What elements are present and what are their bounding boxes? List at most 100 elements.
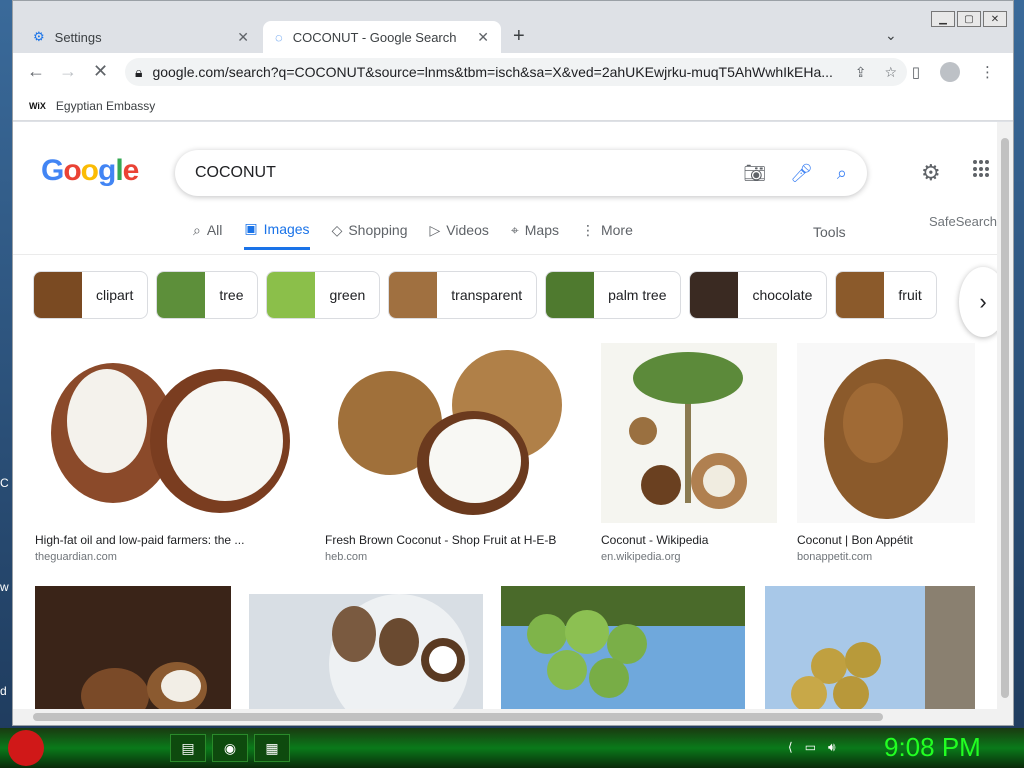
result-title[interactable]: Coconut - Wikipedia <box>601 533 777 547</box>
safesearch-link[interactable]: SafeSearch <box>929 214 997 229</box>
menu-icon[interactable]: ⋮ <box>980 63 995 81</box>
coconut-halves-image <box>35 343 291 523</box>
image-result[interactable]: High-fat oil and low-paid farmers: the .… <box>35 343 291 563</box>
image-result[interactable]: Coconut | Bon Appétit bonappetit.com <box>797 343 975 563</box>
clock[interactable]: 9:08 PM <box>884 732 981 763</box>
battery-icon[interactable]: ▭ <box>805 740 816 755</box>
image-result[interactable] <box>35 586 231 709</box>
chrome-icon[interactable]: ◉ <box>212 734 248 762</box>
desktop-edge-text: C <box>0 476 9 490</box>
file-explorer-icon[interactable]: ▤ <box>170 734 206 762</box>
google-logo[interactable]: Google <box>41 154 139 188</box>
tab-settings[interactable]: ⚙ Settings ✕ <box>21 21 261 53</box>
divider <box>13 254 997 255</box>
coconuts-dark-image <box>35 586 231 709</box>
result-source: bonappetit.com <box>797 551 873 563</box>
maximize-button[interactable]: ▢ <box>957 11 981 27</box>
pin-icon: ⌖ <box>510 221 519 238</box>
apps-grid-icon[interactable] <box>973 160 991 178</box>
camera-icon[interactable]: 📷︎ <box>743 163 766 184</box>
chip-fruit[interactable]: fruit <box>835 271 937 319</box>
new-tab-button[interactable]: + <box>513 25 525 48</box>
tab-maps[interactable]: ⌖ Maps <box>511 220 559 250</box>
chip-clipart[interactable]: clipart <box>33 271 149 319</box>
browser-window: ⚙ Settings ✕ ◌ COCONUT - Google Search ✕… <box>12 0 1014 726</box>
settings-gear-icon[interactable]: ⚙ <box>921 160 941 186</box>
search-icon[interactable]: ⌕ <box>837 163 847 184</box>
back-button[interactable]: ← <box>27 61 45 82</box>
star-icon[interactable]: ☆ <box>884 64 897 81</box>
speaker-icon[interactable]: 🔊︎ <box>828 740 836 755</box>
tab-more[interactable]: ⋮ More <box>581 220 633 250</box>
search-input[interactable]: COCONUT 📷︎ 🎤︎ ⌕ <box>175 150 867 196</box>
tab-google-search[interactable]: ◌ COCONUT - Google Search ✕ <box>263 21 501 53</box>
chip-chocolate[interactable]: chocolate <box>689 271 828 319</box>
start-button[interactable] <box>8 730 44 766</box>
forward-button[interactable]: → <box>59 61 77 82</box>
chip-thumbnail <box>690 272 739 318</box>
result-image[interactable] <box>35 586 231 709</box>
image-icon: ▣ <box>244 220 258 236</box>
image-result[interactable] <box>501 586 745 709</box>
chevron-down-icon[interactable]: ⌄ <box>885 27 897 44</box>
horizontal-scrollbar[interactable] <box>13 709 1013 725</box>
close-icon[interactable]: ✕ <box>477 29 489 46</box>
avatar[interactable] <box>940 62 960 82</box>
search-icon: ⌕ <box>193 221 201 238</box>
tab-images[interactable]: ▣ Images <box>244 220 310 250</box>
result-image[interactable] <box>601 343 777 523</box>
chip-transparent[interactable]: transparent <box>388 271 538 319</box>
chip-thumbnail <box>546 272 595 318</box>
chip-thumbnail <box>836 272 885 318</box>
result-title[interactable]: Coconut | Bon Appétit <box>797 533 975 547</box>
chip-palm-tree[interactable]: palm tree <box>545 271 682 319</box>
image-result[interactable]: Fresh Brown Coconut - Shop Fruit at H-E-… <box>325 343 581 563</box>
stop-loading-button[interactable]: ✕ <box>93 61 108 82</box>
side-panel-icon[interactable]: ▯ <box>912 63 920 81</box>
coconut-botanical-image <box>601 343 777 523</box>
network-app-icon[interactable]: ▦ <box>254 734 290 762</box>
play-icon: ▷ <box>429 221 441 238</box>
minimize-button[interactable]: ▁ <box>931 11 955 27</box>
image-result[interactable] <box>249 594 483 709</box>
image-result[interactable] <box>765 586 975 709</box>
tab-all[interactable]: ⌕ All <box>193 220 222 250</box>
green-coconuts-image <box>501 586 745 709</box>
tab-videos[interactable]: ▷ Videos <box>430 220 489 250</box>
search-query: COCONUT <box>195 164 276 181</box>
image-result[interactable]: Coconut - Wikipedia en.wikipedia.org <box>601 343 777 563</box>
tab-shopping[interactable]: ◇ Shopping <box>332 220 408 250</box>
scrollbar-thumb[interactable] <box>1001 138 1009 698</box>
loading-icon: ◌ <box>275 29 283 45</box>
address-bar[interactable]: 🔒︎ google.com/search?q=COCONUT&source=ln… <box>125 58 907 86</box>
result-image[interactable] <box>249 594 483 709</box>
close-icon[interactable]: ✕ <box>237 29 249 46</box>
tools-button[interactable]: Tools <box>813 224 846 240</box>
result-source: heb.com <box>325 551 368 563</box>
result-image[interactable] <box>35 343 291 523</box>
browser-toolbar: ← → ✕ 🔒︎ google.com/search?q=COCONUT&sou… <box>13 53 1013 91</box>
bookmark-egyptian-embassy[interactable]: Egyptian Embassy <box>56 99 155 113</box>
back-arrow-icon[interactable]: ⟨ <box>788 740 793 755</box>
result-image[interactable] <box>797 343 975 523</box>
vertical-scrollbar[interactable] <box>997 122 1013 709</box>
url-text: google.com/search?q=COCONUT&source=lnms&… <box>152 64 833 80</box>
scrollbar-thumb[interactable] <box>33 713 883 721</box>
result-image[interactable] <box>765 586 975 709</box>
result-image[interactable] <box>325 343 581 523</box>
chip-tree[interactable]: tree <box>156 271 259 319</box>
coconuts-plate-image <box>249 594 483 709</box>
chip-green[interactable]: green <box>266 271 381 319</box>
share-icon[interactable]: ⇪ <box>855 64 867 81</box>
result-source: theguardian.com <box>35 551 117 563</box>
result-title[interactable]: Fresh Brown Coconut - Shop Fruit at H-E-… <box>325 533 581 547</box>
close-window-button[interactable]: ✕ <box>983 11 1007 27</box>
result-image[interactable] <box>501 586 745 709</box>
lock-icon: 🔒︎ <box>135 63 143 80</box>
search-nav-tabs: ⌕ All ▣ Images ◇ Shopping ▷ Videos ⌖ Maps ⋮ Mo… <box>193 220 633 250</box>
chevron-right-icon[interactable]: › <box>959 267 997 337</box>
chip-thumbnail <box>34 272 82 318</box>
window-controls: ▁ ▢ ✕ <box>931 11 1007 27</box>
result-title[interactable]: High-fat oil and low-paid farmers: the .… <box>35 533 291 547</box>
microphone-icon[interactable]: 🎤︎ <box>790 163 813 184</box>
